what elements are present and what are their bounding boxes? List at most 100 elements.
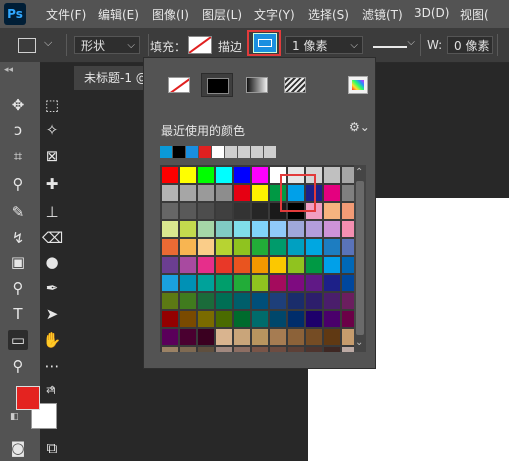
color-swatch[interactable]	[216, 203, 232, 219]
color-swatch[interactable]	[198, 275, 214, 291]
color-swatch[interactable]	[288, 257, 304, 273]
eraser-tool-icon[interactable]: ⌫	[42, 228, 63, 248]
color-swatch[interactable]	[288, 311, 304, 327]
color-swatch[interactable]	[180, 167, 196, 183]
color-swatch[interactable]	[216, 275, 232, 291]
recent-color-swatch[interactable]	[199, 146, 211, 158]
color-swatch[interactable]	[180, 203, 196, 219]
color-swatch[interactable]	[180, 185, 196, 201]
magic-wand-tool-icon[interactable]: ✧	[42, 120, 62, 140]
frame-tool-icon[interactable]: ⊠	[42, 146, 62, 166]
color-swatch[interactable]	[198, 293, 214, 309]
color-swatch[interactable]	[234, 275, 250, 291]
scrollbar-thumb[interactable]	[356, 181, 364, 335]
color-swatch[interactable]	[234, 257, 250, 273]
color-swatch[interactable]	[198, 167, 214, 183]
color-swatch[interactable]	[198, 221, 214, 237]
color-swatch[interactable]	[288, 347, 304, 352]
stamp-tool-icon[interactable]: ⊥	[42, 202, 62, 222]
collapse-panel-icon[interactable]: ◂◂	[4, 65, 13, 75]
width-input[interactable]: 0 像素	[447, 36, 493, 54]
color-swatch[interactable]	[162, 329, 178, 345]
color-swatch[interactable]	[162, 311, 178, 327]
color-swatch[interactable]	[162, 347, 178, 352]
stroke-width-select[interactable]: 1 像素 ⌵	[285, 36, 363, 54]
menu-file[interactable]: 文件(F)	[46, 6, 86, 23]
move-tool-icon[interactable]: ✥	[8, 95, 28, 115]
crop-tool-icon[interactable]: ⌗	[8, 146, 28, 166]
color-swatch[interactable]	[270, 329, 286, 345]
color-swatch[interactable]	[270, 293, 286, 309]
color-swatch[interactable]	[216, 185, 232, 201]
color-swatch[interactable]	[216, 239, 232, 255]
type-tool-icon[interactable]: T	[8, 304, 28, 324]
color-swatch[interactable]	[306, 239, 322, 255]
color-swatch[interactable]	[324, 347, 340, 352]
rectangle-tool-icon[interactable]: ▭	[8, 330, 28, 350]
color-swatch[interactable]	[306, 329, 322, 345]
color-swatch[interactable]	[252, 347, 268, 352]
color-swatch[interactable]	[162, 293, 178, 309]
color-swatch[interactable]	[324, 221, 340, 237]
menu-layer[interactable]: 图层(L)	[202, 6, 242, 23]
blur-tool-icon[interactable]: ●	[42, 252, 62, 272]
color-swatch[interactable]	[306, 221, 322, 237]
default-colors-icon[interactable]: ◧	[10, 412, 19, 422]
history-brush-tool-icon[interactable]: ↯	[8, 228, 28, 248]
color-swatch[interactable]	[234, 329, 250, 345]
menu-3d[interactable]: 3D(D)	[414, 6, 449, 20]
color-swatch[interactable]	[252, 275, 268, 291]
color-swatch[interactable]	[324, 167, 340, 183]
color-swatch[interactable]	[180, 239, 196, 255]
color-swatch[interactable]	[252, 185, 268, 201]
recent-color-swatch[interactable]	[160, 146, 172, 158]
gradient-tool-icon[interactable]: ▣	[8, 252, 28, 272]
color-swatch[interactable]	[324, 293, 340, 309]
color-swatch[interactable]	[162, 275, 178, 291]
color-swatch[interactable]	[252, 239, 268, 255]
color-swatch[interactable]	[234, 203, 250, 219]
fill-swatch[interactable]	[188, 36, 212, 54]
menu-image[interactable]: 图像(I)	[152, 6, 189, 23]
color-swatch[interactable]	[162, 221, 178, 237]
color-swatch[interactable]	[198, 329, 214, 345]
color-swatch[interactable]	[306, 347, 322, 352]
color-swatch[interactable]	[216, 257, 232, 273]
color-swatch[interactable]	[216, 347, 232, 352]
hand-tool-icon[interactable]: ✋	[42, 330, 62, 350]
color-swatch[interactable]	[324, 257, 340, 273]
color-swatch[interactable]	[216, 293, 232, 309]
color-swatch[interactable]	[324, 275, 340, 291]
recent-color-swatch[interactable]	[186, 146, 198, 158]
color-swatch[interactable]	[234, 185, 250, 201]
color-swatch[interactable]	[216, 167, 232, 183]
swatch-scrollbar[interactable]: ⌃ ⌄	[354, 165, 366, 352]
color-swatch[interactable]	[306, 275, 322, 291]
color-swatch[interactable]	[288, 329, 304, 345]
color-swatch[interactable]	[162, 239, 178, 255]
lasso-tool-icon[interactable]: ↄ	[8, 120, 28, 140]
color-swatch[interactable]	[234, 239, 250, 255]
color-swatch[interactable]	[234, 221, 250, 237]
color-swatch[interactable]	[288, 275, 304, 291]
scroll-up-icon[interactable]: ⌃	[355, 167, 363, 178]
menu-edit[interactable]: 编辑(E)	[98, 6, 139, 23]
color-swatch[interactable]	[270, 239, 286, 255]
healing-brush-tool-icon[interactable]: ✚	[42, 174, 62, 194]
color-swatch[interactable]	[234, 293, 250, 309]
color-swatch[interactable]	[162, 203, 178, 219]
color-swatch[interactable]	[324, 185, 340, 201]
color-swatch[interactable]	[306, 311, 322, 327]
color-swatch[interactable]	[252, 293, 268, 309]
color-swatch[interactable]	[216, 311, 232, 327]
brush-tool-icon[interactable]: ✎	[8, 202, 28, 222]
recent-color-swatch[interactable]	[225, 146, 237, 158]
color-swatch[interactable]	[180, 257, 196, 273]
color-swatch[interactable]	[216, 221, 232, 237]
color-swatch[interactable]	[198, 347, 214, 352]
color-swatch[interactable]	[324, 311, 340, 327]
color-swatch[interactable]	[270, 221, 286, 237]
color-swatch[interactable]	[234, 311, 250, 327]
pen-tool-icon[interactable]: ✒	[42, 278, 62, 298]
menu-type[interactable]: 文字(Y)	[254, 6, 295, 23]
